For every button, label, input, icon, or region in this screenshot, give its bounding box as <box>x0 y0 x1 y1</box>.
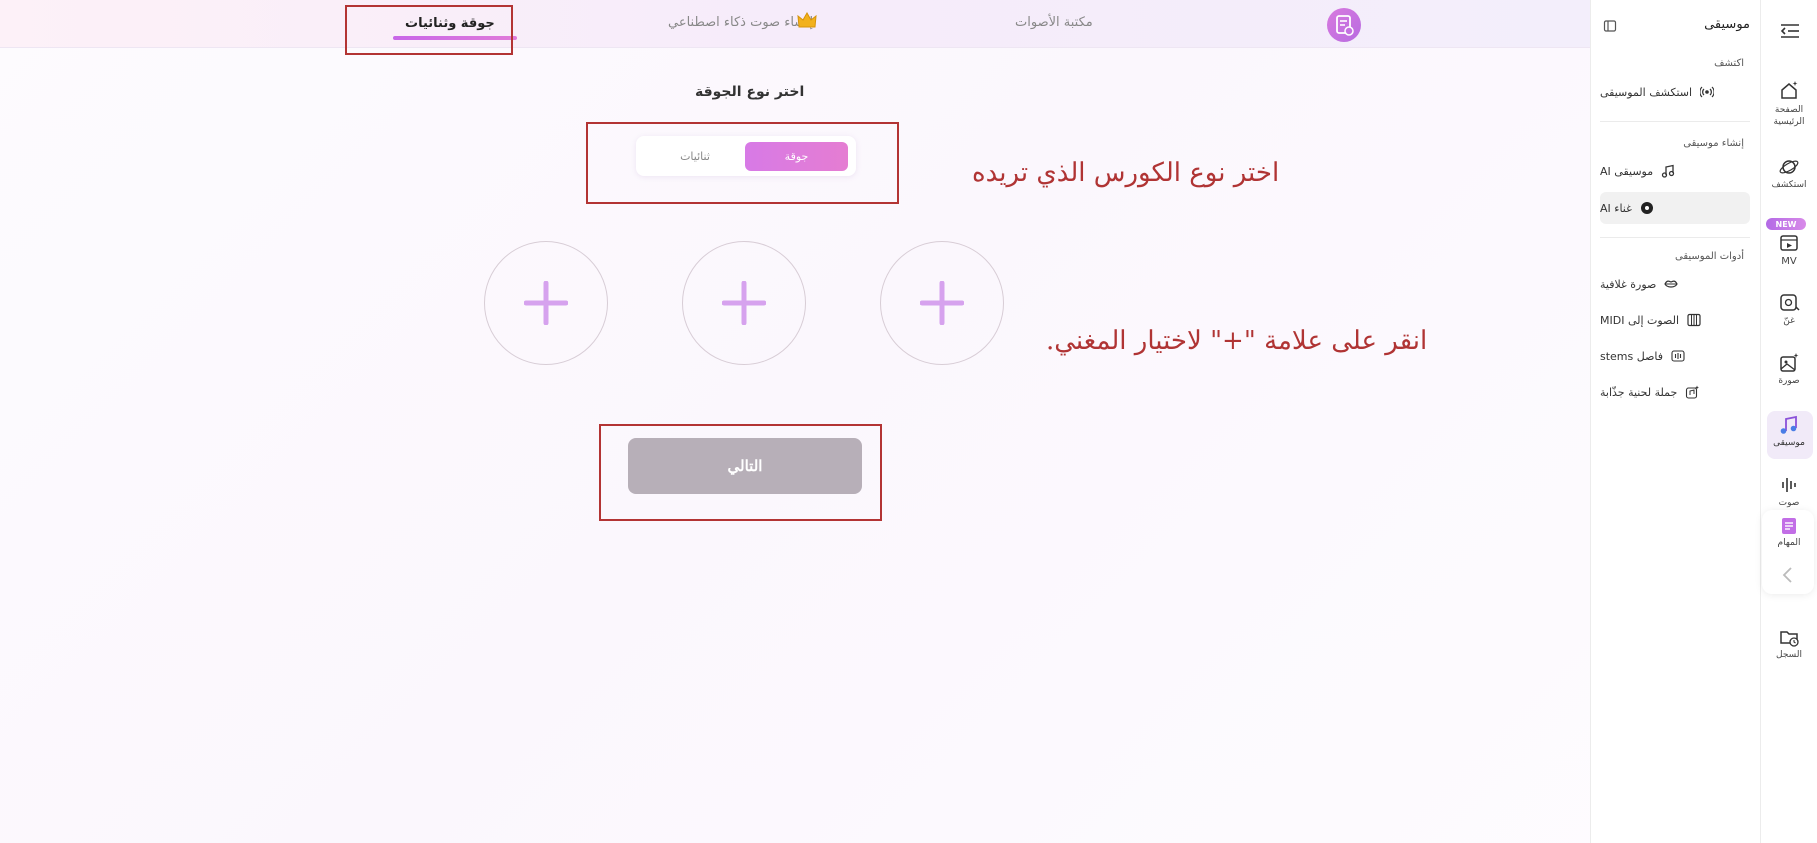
lips-icon <box>1664 280 1679 288</box>
divider <box>1600 237 1750 238</box>
next-button[interactable]: التالي <box>628 438 862 494</box>
rail-label: الصفحة الرئيسية <box>1773 105 1805 127</box>
music-note-icon <box>1661 164 1675 178</box>
rail-label: MV <box>1781 256 1797 267</box>
home-sparkle-icon <box>1781 81 1798 99</box>
plus-icon <box>920 281 964 325</box>
panel-collapse-icon[interactable] <box>1603 18 1617 37</box>
piano-icon <box>1687 313 1701 327</box>
music-note-icon <box>1780 415 1797 434</box>
document-clock-icon[interactable] <box>1327 8 1361 42</box>
waveform-icon <box>1671 350 1685 362</box>
rail-item-tasks[interactable]: المهام <box>1761 516 1817 548</box>
rail-item-voice[interactable]: صوت <box>1761 474 1817 508</box>
rail-item-image[interactable]: صورة <box>1761 352 1817 386</box>
rail-item-mv[interactable]: MV <box>1761 232 1817 267</box>
rail-label: صوت <box>1778 498 1800 508</box>
panel-item-label: جملة لحنية جذّابة <box>1600 385 1678 399</box>
add-singer-button-middle[interactable] <box>682 241 806 365</box>
menu-collapse-icon[interactable] <box>1779 22 1801 44</box>
task-list-icon <box>1782 518 1796 534</box>
mic-play-icon <box>1780 294 1800 311</box>
rail-label: صورة <box>1778 376 1800 386</box>
image-sparkle-icon <box>1780 353 1799 372</box>
annotation-click-plus: انقر على علامة "+" لاختيار المغني. <box>1046 326 1428 356</box>
plus-icon <box>722 281 766 325</box>
add-singer-button-right[interactable] <box>880 241 1004 365</box>
panel-item-album-art[interactable]: صورة غلافية <box>1600 268 1750 300</box>
panel-item-label: الصوت إلى MIDI <box>1600 313 1680 327</box>
planet-icon <box>1779 160 1799 174</box>
rail-label: موسيقى <box>1773 438 1805 448</box>
tab-voice-library[interactable]: مكتبة الأصوات <box>1015 15 1093 30</box>
rail-label: استكشف <box>1771 180 1807 190</box>
segment-duets[interactable]: ثنائيات <box>655 142 735 171</box>
section-create-music: إنشاء موسيقى <box>1683 138 1744 149</box>
choose-chorus-type-title: اختر نوع الجوقة <box>695 84 805 100</box>
section-discover: اكتشف <box>1714 58 1744 69</box>
panel-title: موسيقى <box>1704 17 1750 32</box>
crown-icon <box>797 11 817 34</box>
rail-label: المهام <box>1777 538 1801 548</box>
panel-item-ai-music[interactable]: موسيقى AI <box>1600 155 1750 187</box>
rail-item-music[interactable]: موسيقى <box>1761 414 1817 448</box>
rail-item-sing[interactable]: غنّ <box>1761 292 1817 326</box>
music-side-panel <box>1590 0 1761 843</box>
panel-item-label: موسيقى AI <box>1600 164 1654 178</box>
rail-item-explore[interactable]: استكشف <box>1761 156 1817 190</box>
tab-ai-voice[interactable]: إنشاء صوت ذكاء اصطناعي <box>668 15 813 30</box>
segment-chorus[interactable]: جوقة <box>745 142 848 171</box>
vinyl-icon <box>1640 202 1653 214</box>
panel-item-label: صورة غلافية <box>1600 277 1657 291</box>
annotation-box-tab <box>345 5 513 55</box>
broadcast-icon <box>1700 86 1715 98</box>
panel-item-audio-to-midi[interactable]: الصوت إلى MIDI <box>1600 304 1750 336</box>
annotation-choose-course: اختر نوع الكورس الذي تريده <box>972 158 1280 188</box>
rail-label: غنّ <box>1783 316 1795 326</box>
new-badge: NEW <box>1766 218 1806 230</box>
plus-icon <box>524 281 568 325</box>
video-icon <box>1780 235 1798 251</box>
chevron-left-icon[interactable] <box>1781 566 1795 588</box>
panel-item-label: استكشف الموسيقى <box>1600 85 1693 99</box>
folder-clock-icon <box>1780 631 1799 647</box>
voice-wave-icon <box>1782 478 1796 492</box>
divider <box>1600 121 1750 122</box>
panel-item-label: غناء AI <box>1600 201 1632 215</box>
music-sparkle-icon <box>1686 385 1700 399</box>
panel-item-catchy-hook[interactable]: جملة لحنية جذّابة <box>1600 376 1750 408</box>
rail-label: السجل <box>1776 650 1802 660</box>
add-singer-button-left[interactable] <box>484 241 608 365</box>
section-music-tools: أدوات الموسيقى <box>1675 251 1744 262</box>
rail-item-history[interactable]: السجل <box>1761 626 1817 660</box>
panel-item-ai-singer[interactable]: غناء AI <box>1600 192 1750 224</box>
panel-item-label: فاصل stems <box>1600 349 1664 363</box>
panel-item-stem-split[interactable]: فاصل stems <box>1600 340 1750 372</box>
rail-item-home[interactable]: الصفحة الرئيسية <box>1761 80 1817 128</box>
panel-item-discover-music[interactable]: استكشف الموسيقى <box>1600 76 1750 108</box>
